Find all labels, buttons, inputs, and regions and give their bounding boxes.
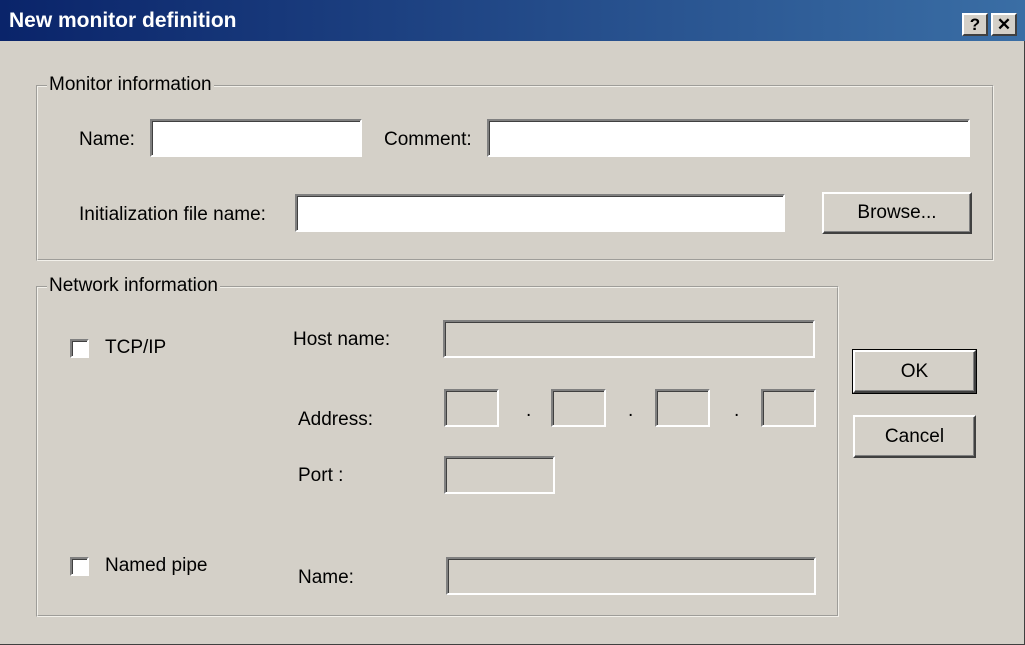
named-pipe-checkbox[interactable] xyxy=(70,557,89,576)
browse-button-label: Browse... xyxy=(857,202,937,223)
name-label: Name: xyxy=(79,129,135,150)
port-label: Port : xyxy=(298,465,344,486)
init-file-label: Initialization file name: xyxy=(79,204,266,225)
address-octet-1[interactable] xyxy=(444,389,499,427)
comment-field[interactable] xyxy=(487,119,970,157)
tcpip-label[interactable]: TCP/IP xyxy=(105,337,166,359)
host-name-label: Host name: xyxy=(293,329,391,350)
new-monitor-dialog: New monitor definition ? ✕ Monitor infor… xyxy=(0,0,1025,645)
window-title: New monitor definition xyxy=(9,9,237,32)
monitor-information-legend: Monitor information xyxy=(47,74,214,96)
named-pipe-label[interactable]: Named pipe xyxy=(105,555,207,577)
name-field[interactable] xyxy=(150,119,362,157)
port-field[interactable] xyxy=(444,456,555,494)
close-button[interactable]: ✕ xyxy=(991,13,1017,36)
tcpip-checkbox[interactable] xyxy=(70,339,89,358)
cancel-button[interactable]: Cancel xyxy=(853,415,976,458)
monitor-information-group xyxy=(36,85,994,261)
address-octet-2[interactable] xyxy=(551,389,606,427)
address-octet-3[interactable] xyxy=(655,389,710,427)
browse-button[interactable]: Browse... xyxy=(822,192,972,234)
cancel-button-label: Cancel xyxy=(884,425,945,447)
address-separator: . xyxy=(734,400,740,421)
address-separator: . xyxy=(628,400,634,421)
ok-button[interactable]: OK xyxy=(852,349,977,394)
init-file-field[interactable] xyxy=(295,194,785,232)
title-bar[interactable]: New monitor definition ? ✕ xyxy=(0,0,1025,41)
address-octet-4[interactable] xyxy=(761,389,816,427)
pipe-name-field[interactable] xyxy=(446,557,816,595)
network-information-legend: Network information xyxy=(47,275,220,297)
host-name-field[interactable] xyxy=(443,320,815,358)
pipe-name-label: Name: xyxy=(298,567,354,588)
comment-label: Comment: xyxy=(384,129,472,150)
address-separator: . xyxy=(526,400,532,421)
address-label: Address: xyxy=(298,409,373,430)
help-button[interactable]: ? xyxy=(962,13,988,36)
ok-button-label: OK xyxy=(900,360,929,382)
